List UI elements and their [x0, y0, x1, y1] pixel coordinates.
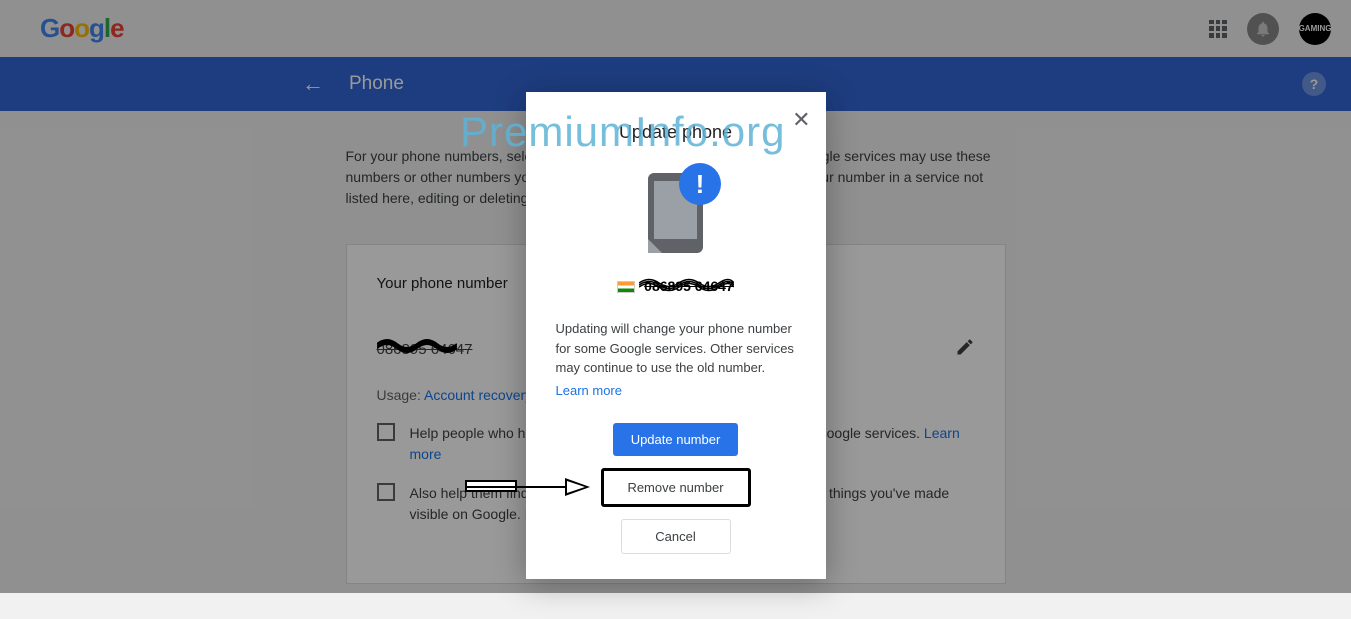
modal-learn-more-link[interactable]: Learn more [556, 383, 796, 398]
update-phone-modal: ✕ Update phone ! 086895 64647 Updating w… [526, 92, 826, 579]
modal-description: Updating will change your phone number f… [556, 319, 796, 378]
close-icon[interactable]: ✕ [792, 107, 810, 133]
update-number-button[interactable]: Update number [613, 423, 739, 456]
cancel-button[interactable]: Cancel [621, 519, 731, 554]
remove-number-button[interactable]: Remove number [601, 468, 751, 507]
phone-alert-icon: ! [556, 173, 796, 253]
modal-phone-number: 086895 64647 [556, 278, 796, 294]
india-flag-icon [617, 281, 635, 293]
modal-title: Update phone [556, 122, 796, 143]
